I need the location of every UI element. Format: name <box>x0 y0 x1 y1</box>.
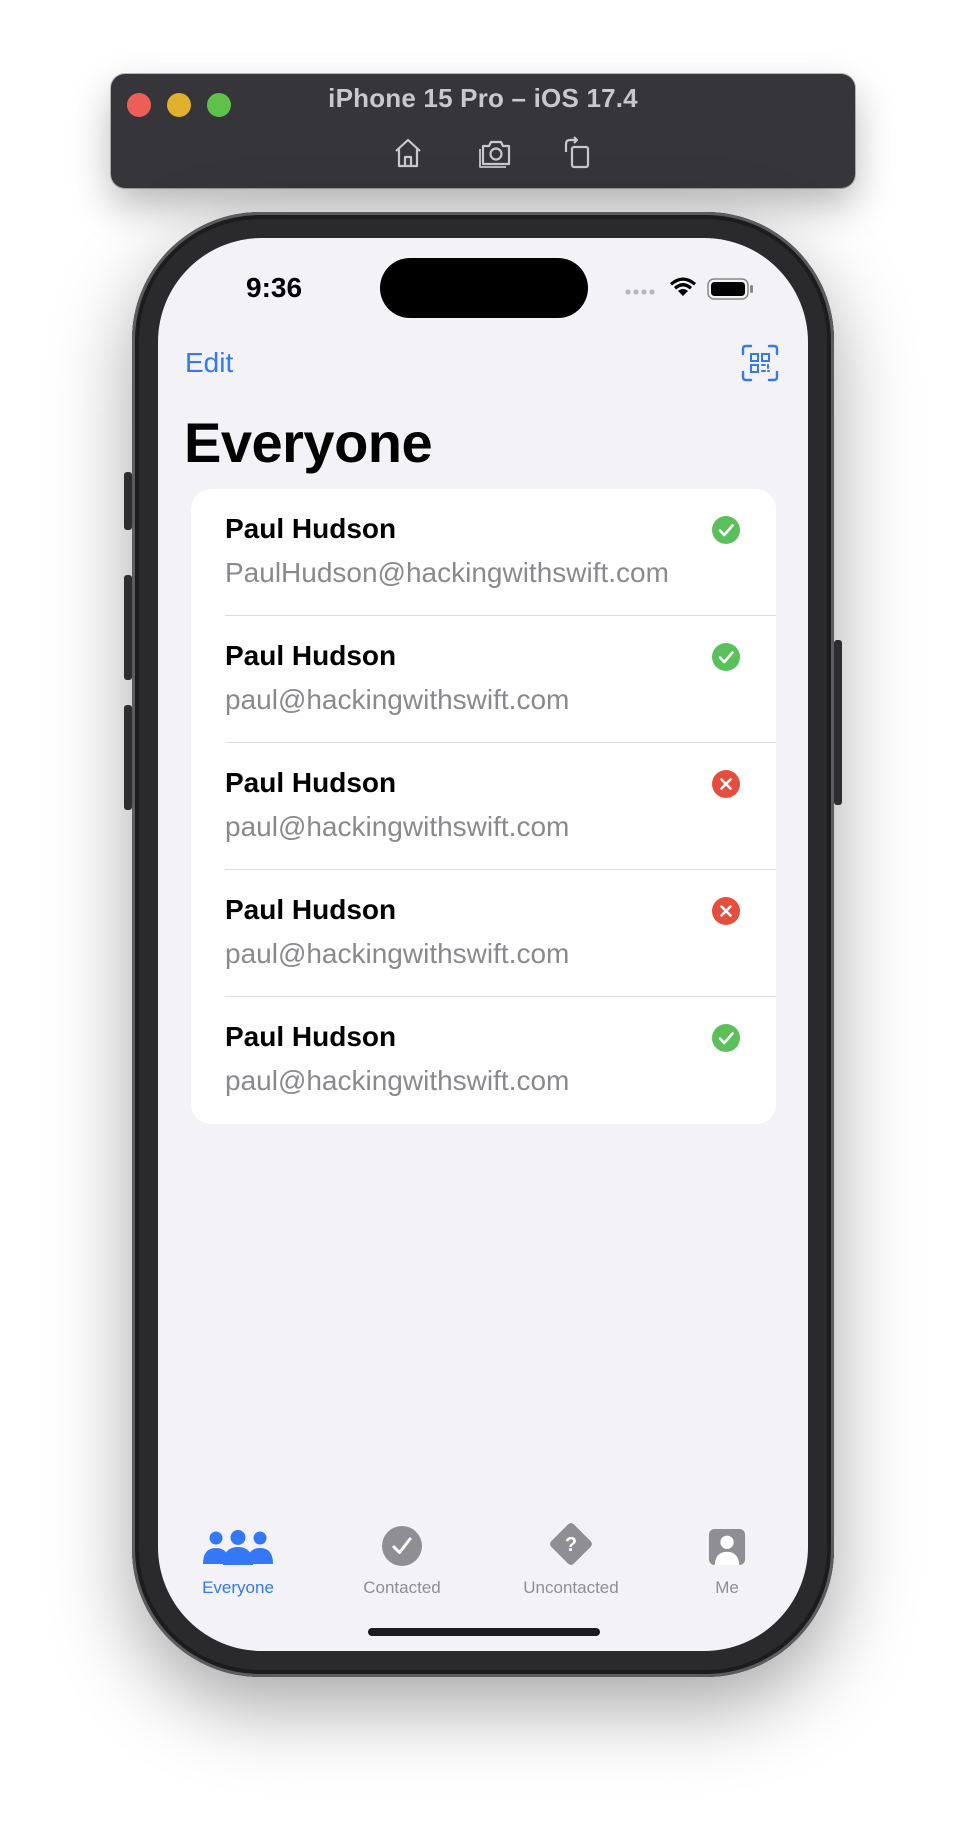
battery-icon <box>707 278 753 300</box>
tab-everyone[interactable]: Everyone <box>173 1522 303 1598</box>
contact-email: paul@hackingwithswift.com <box>225 1065 570 1096</box>
signal-icon <box>625 289 655 295</box>
contact-email: paul@hackingwithswift.com <box>225 684 570 715</box>
tab-uncontacted[interactable]: ? Uncontacted <box>506 1522 636 1598</box>
tab-label: Uncontacted <box>523 1578 619 1597</box>
svg-text:?: ? <box>565 1534 577 1556</box>
side-button <box>834 640 842 805</box>
checkmark-circle-icon <box>337 1522 467 1566</box>
uncontacted-icon <box>712 897 740 925</box>
contact-list: Paul Hudson PaulHudson@hackingwithswift.… <box>191 489 776 1124</box>
contact-name: Paul Hudson <box>225 767 397 798</box>
simulator-title: iPhone 15 Pro – iOS 17.4 <box>328 83 638 113</box>
page-title: Everyone <box>184 411 433 474</box>
list-item[interactable]: Paul Hudson paul@hackingwithswift.com <box>191 743 776 870</box>
edit-button[interactable]: Edit <box>185 347 233 379</box>
tab-label: Everyone <box>202 1578 274 1597</box>
status-icons <box>625 277 753 300</box>
tab-contacted[interactable]: Contacted <box>337 1522 467 1598</box>
screenshot-icon[interactable] <box>479 136 513 170</box>
uncontacted-icon <box>712 770 740 798</box>
people-icon <box>173 1522 303 1566</box>
volume-up-button <box>124 575 132 680</box>
home-icon[interactable] <box>391 136 425 170</box>
questionmark-diamond-icon: ? <box>506 1522 636 1566</box>
contact-name: Paul Hudson <box>225 1021 397 1052</box>
wifi-icon <box>670 277 696 296</box>
contacted-icon <box>712 516 740 544</box>
contact-name: Paul Hudson <box>225 894 397 925</box>
volume-down-button <box>124 705 132 810</box>
tab-me[interactable]: Me <box>662 1522 792 1598</box>
rotate-icon[interactable] <box>561 136 595 170</box>
home-indicator[interactable] <box>368 1628 600 1636</box>
contact-email: paul@hackingwithswift.com <box>225 938 570 969</box>
dynamic-island <box>380 258 588 318</box>
list-item[interactable]: Paul Hudson paul@hackingwithswift.com <box>191 870 776 997</box>
qr-code-scan-icon[interactable] <box>741 344 779 382</box>
contact-email: PaulHudson@hackingwithswift.com <box>225 557 669 588</box>
list-item[interactable]: Paul Hudson PaulHudson@hackingwithswift.… <box>191 489 776 616</box>
contact-email: paul@hackingwithswift.com <box>225 811 570 842</box>
contact-name: Paul Hudson <box>225 513 397 544</box>
contacted-icon <box>712 1024 740 1052</box>
tab-label: Me <box>715 1578 739 1597</box>
action-button <box>124 472 132 530</box>
status-time: 9:36 <box>246 272 303 303</box>
list-item[interactable]: Paul Hudson paul@hackingwithswift.com <box>191 616 776 743</box>
person-square-icon <box>662 1522 792 1566</box>
contacted-icon <box>712 643 740 671</box>
tab-label: Contacted <box>363 1578 441 1597</box>
contact-name: Paul Hudson <box>225 640 397 671</box>
list-item[interactable]: Paul Hudson paul@hackingwithswift.com <box>191 997 776 1124</box>
